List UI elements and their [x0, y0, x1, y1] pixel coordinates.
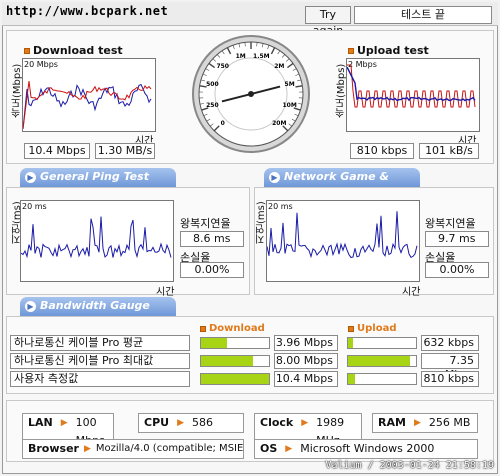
gauge-tick-label: 0	[221, 120, 225, 127]
os-label: OS	[260, 442, 278, 455]
download-bar-fill	[201, 356, 254, 366]
tab-general-ping[interactable]: ▶ General Ping Test	[20, 168, 176, 187]
arrow-icon: ▶	[25, 301, 36, 312]
bullet-icon	[200, 325, 206, 332]
ping-loss: 0.00%	[180, 262, 244, 278]
upload-bar-value: 7.35 Mbps	[421, 353, 479, 381]
ram-label: RAM	[378, 416, 406, 429]
browser-label: Browser	[28, 442, 79, 455]
download-scale: 20 Mbps	[24, 60, 58, 69]
upload-graph	[346, 58, 480, 132]
upload-bar-fill	[348, 338, 354, 348]
upload-series-red	[347, 64, 476, 108]
bandwidth-row-label: 하나로통신 케이블 Pro 평균	[10, 335, 190, 351]
download-bar-value: 3.96 Mbps	[274, 335, 338, 351]
os-info: OS ▶ Microsoft Windows 2000	[254, 439, 478, 459]
gauge-tick-label: 750	[216, 63, 229, 70]
arrow-icon: ▶	[177, 418, 184, 428]
download-graph	[22, 58, 156, 132]
ping-series	[20, 216, 172, 259]
cpu-info: CPU ▶ 586	[138, 413, 244, 433]
browser-value: Mozilla/4.0 (compatible; MSIE 6.0	[95, 443, 244, 454]
game-latency: 9.7 ms	[425, 231, 489, 247]
gauge-tick-label: 10M	[282, 102, 296, 109]
upload-title: Upload test	[348, 44, 429, 57]
gauge-tick-label: 1M	[236, 53, 246, 60]
browser-info: Browser ▶ Mozilla/4.0 (compatible; MSIE 6.…	[22, 439, 244, 459]
gauge-tick-label: 5M	[285, 81, 295, 88]
ping-scale: 20 ms	[22, 202, 47, 211]
game-graph-svg	[266, 211, 418, 259]
bandwidth-row-label: 하나로통신 케이블 Pro 최대값	[10, 353, 190, 369]
download-graph-svg	[22, 80, 152, 130]
os-value: Microsoft Windows 2000	[300, 442, 435, 455]
footer-stamp: Valium / 2003-01-24 21:58:19	[325, 460, 494, 471]
download-bar-value: 10.4 Mbps	[274, 371, 338, 387]
download-mbs: 1.30 MB/s	[95, 143, 155, 159]
download-bar-fill	[201, 338, 227, 348]
download-mbps: 10.4 Mbps	[24, 143, 90, 159]
game-graph	[266, 200, 420, 282]
cpu-label: CPU	[144, 416, 170, 429]
bandwidth-upload-title: Upload	[348, 323, 396, 334]
download-bar-value: 8.00 Mbps	[274, 353, 338, 369]
speed-gauge: 0 250 500 750 1M 1.5M 2M 5M 10M 20M	[192, 35, 310, 153]
game-loss: 0.00%	[425, 262, 489, 278]
gauge-tick-label: 20M	[272, 120, 286, 127]
gauge-tick-label: 2M	[274, 63, 284, 70]
tab-bandwidth-gauge[interactable]: ▶ Bandwidth Gauge	[20, 297, 176, 316]
try-again-button[interactable]: Try again	[305, 6, 351, 37]
gauge-hub	[248, 91, 254, 97]
game-series	[266, 211, 418, 259]
ping-latency: 8.6 ms	[180, 231, 244, 247]
arrow-icon: ▶	[269, 172, 280, 183]
ram-value: 256 MB	[428, 416, 471, 429]
gauge-tick-label: 250	[206, 102, 219, 109]
ram-info: RAM ▶ 256 MB	[372, 413, 478, 433]
bullet-icon	[24, 47, 30, 54]
watermark: http://www.bcpark.net	[6, 4, 169, 18]
upload-bar-value: 632 kbps	[421, 335, 479, 351]
upload-bar-fill	[348, 356, 410, 366]
download-title: Download test	[24, 44, 123, 57]
ping-xlabel: 시간	[156, 287, 175, 298]
cpu-value: 586	[192, 416, 213, 429]
upload-bar	[347, 355, 417, 367]
upload-kbs: 101 kB/s	[419, 143, 479, 159]
upload-scale: 2 Mbps	[348, 60, 377, 69]
arrow-icon: ▶	[25, 172, 36, 183]
status-field: 테스트 끝	[354, 6, 492, 24]
game-scale: 20 ms	[268, 202, 293, 211]
upload-graph-svg	[346, 64, 476, 108]
gauge-tick-label: 1.5M	[253, 53, 270, 60]
ping-graph	[20, 200, 174, 282]
download-bar	[200, 355, 270, 367]
arrow-icon: ▶	[83, 444, 91, 454]
download-series-red	[22, 80, 152, 130]
bullet-icon	[348, 325, 354, 332]
download-bar	[200, 337, 270, 349]
bandwidth-row-label: 사용자 측정값	[10, 371, 190, 387]
upload-bar-fill	[348, 374, 355, 384]
bullet-icon	[348, 47, 354, 54]
download-bar-fill	[201, 374, 269, 384]
ping-graph-svg	[20, 216, 172, 259]
game-latency-label: 왕복지연율	[425, 217, 476, 230]
upload-bar-value: 810 kbps	[421, 371, 479, 387]
download-bar	[200, 373, 270, 385]
arrow-icon: ▶	[413, 418, 421, 428]
arrow-icon: ▶	[285, 444, 293, 454]
upload-bar	[347, 373, 417, 385]
upload-kbps: 810 kbps	[350, 143, 414, 159]
game-xlabel: 시간	[402, 287, 421, 298]
tab-network-game[interactable]: ▶Network Game & VoIP Test	[264, 168, 420, 201]
ping-latency-label: 왕복지연율	[180, 217, 231, 230]
bandwidth-download-title: Download	[200, 323, 265, 334]
upload-bar	[347, 337, 417, 349]
gauge-tick-label: 500	[206, 81, 219, 88]
